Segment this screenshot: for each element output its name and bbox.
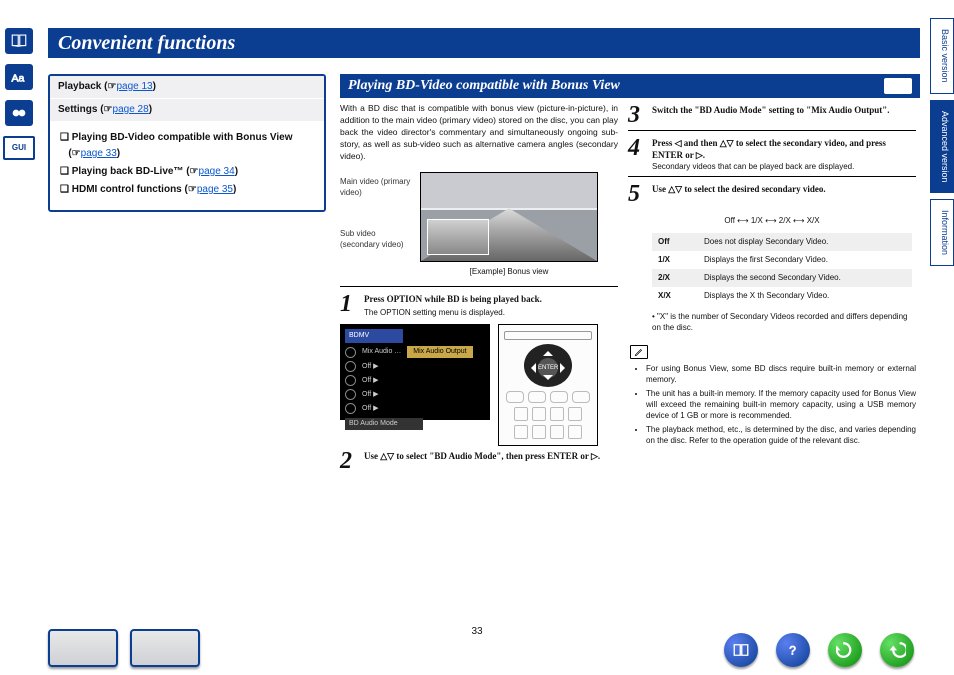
step-text: Press OPTION while BD is being played ba… xyxy=(364,294,542,304)
right-column: 3 Switch the "BD Audio Mode" setting to … xyxy=(628,98,916,449)
tab-basic[interactable]: Basic version xyxy=(930,18,954,94)
tv-screen: BDMV Mix Audio …Mix Audio Output Off ▶ O… xyxy=(340,324,490,420)
table-row: 1/XDisplays the first Secondary Video. xyxy=(652,251,912,269)
pencil-icon xyxy=(630,345,648,359)
nav-item-link[interactable]: page 34 xyxy=(199,166,235,177)
dpad-left-icon[interactable] xyxy=(526,363,536,373)
svg-text:?: ? xyxy=(789,644,796,658)
divider xyxy=(628,176,916,177)
step-4-note: Secondary videos that can be played back… xyxy=(652,161,916,172)
prev-icon[interactable] xyxy=(828,633,862,667)
footer: 33 ? xyxy=(0,619,954,675)
left-nav: Playback (☞page 13) Settings (☞page 28) … xyxy=(48,74,326,212)
device-rear-icon[interactable] xyxy=(130,629,200,667)
bonus-view-illustration: Main video (primary video) Sub video (se… xyxy=(340,172,618,278)
dpad-up-icon[interactable] xyxy=(543,346,553,356)
tab-information[interactable]: Information xyxy=(930,199,954,266)
table-row: X/XDisplays the X th Secondary Video. xyxy=(652,287,912,305)
help-icon[interactable]: ? xyxy=(776,633,810,667)
device-front-icon[interactable] xyxy=(48,629,118,667)
book-icon[interactable] xyxy=(724,633,758,667)
step-text: Switch the "BD Audio Mode" setting to "M… xyxy=(652,105,890,115)
step-5: 5 Use △▽ to select the desired secondary… xyxy=(628,183,916,205)
side-tabs: Basic version Advanced version Informati… xyxy=(930,18,954,266)
nav-row-label: Settings xyxy=(58,104,97,115)
step-1: 1 Press OPTION while BD is being played … xyxy=(340,293,618,318)
picture-caption: [Example] Bonus view xyxy=(420,266,598,278)
nav-item-link[interactable]: page 35 xyxy=(197,184,233,195)
step-number: 1 xyxy=(340,293,358,318)
sequence-diagram: Off ⟷ 1/X ⟷ 2/X ⟷ X/X xyxy=(628,215,916,227)
left-icon-rail: Aa GUI xyxy=(0,0,38,328)
step-3: 3 Switch the "BD Audio Mode" setting to … xyxy=(628,104,916,126)
text-size-icon[interactable]: Aa xyxy=(5,64,33,90)
step-number: 2 xyxy=(340,450,358,472)
step-4: 4 Press ◁ and then △▽ to select the seco… xyxy=(628,137,916,161)
step-text: Use △▽ to select the desired secondary v… xyxy=(652,184,826,194)
mask-icon[interactable] xyxy=(5,100,33,126)
remote-control: ENTER xyxy=(498,324,598,446)
step-number: 5 xyxy=(628,183,646,205)
device-buttons xyxy=(48,629,200,667)
nav-item: ❏ HDMI control functions (☞page 35) xyxy=(60,182,314,198)
step-text: Press ◁ and then △▽ to select the second… xyxy=(652,138,886,160)
step-note: The OPTION setting menu is displayed. xyxy=(364,307,618,318)
nav-row-settings: Settings (☞page 28) xyxy=(50,99,324,122)
list-item: For using Bonus View, some BD discs requ… xyxy=(646,363,916,385)
gui-icon[interactable]: GUI xyxy=(3,136,35,160)
nav-item: ❏ Playing back BD-Live™ (☞page 34) xyxy=(60,164,314,180)
nav-item-link[interactable]: page 33 xyxy=(81,148,117,159)
page-title: Convenient functions xyxy=(48,28,920,58)
intro-text: With a BD disc that is compatible with b… xyxy=(340,102,618,162)
page: Aa GUI Basic version Advanced version In… xyxy=(0,0,954,675)
table-row: OffDoes not display Secondary Video. xyxy=(652,233,912,251)
screen-header: BDMV xyxy=(345,329,403,343)
list-item: The playback method, etc., is determined… xyxy=(646,424,916,446)
footer-icons: ? xyxy=(724,633,914,667)
step-number: 3 xyxy=(628,104,646,126)
middle-column: With a BD disc that is compatible with b… xyxy=(340,74,618,472)
secondary-video-table: OffDoes not display Secondary Video. 1/X… xyxy=(652,233,912,305)
nav-row-link[interactable]: page 13 xyxy=(116,81,152,92)
screen-footer: BD Audio Mode xyxy=(345,418,423,430)
step-2: 2 Use △▽ to select "BD Audio Mode", then… xyxy=(340,450,618,472)
divider xyxy=(340,286,618,287)
nav-row-link[interactable]: page 28 xyxy=(113,104,149,115)
tab-advanced[interactable]: Advanced version xyxy=(930,100,954,194)
sub-video-label: Sub video (secondary video) xyxy=(340,228,414,250)
svg-text:Aa: Aa xyxy=(12,73,25,85)
step-number: 4 xyxy=(628,137,646,161)
page-number: 33 xyxy=(471,625,482,639)
list-item: The unit has a built-in memory. If the m… xyxy=(646,388,916,421)
divider xyxy=(628,130,916,131)
nav-box: Playback (☞page 13) Settings (☞page 28) … xyxy=(48,74,326,212)
next-icon[interactable] xyxy=(880,633,914,667)
nav-row-label: Playback xyxy=(58,81,101,92)
gui-and-remote: BDMV Mix Audio …Mix Audio Output Off ▶ O… xyxy=(340,324,618,446)
nav-row-playback: Playback (☞page 13) xyxy=(50,76,324,99)
step-text: Use △▽ to select "BD Audio Mode", then p… xyxy=(364,451,600,461)
notes-list: For using Bonus View, some BD discs requ… xyxy=(646,363,916,446)
table-footnote: • "X" is the number of Secondary Videos … xyxy=(652,311,916,333)
main-video-label: Main video (primary video) xyxy=(340,176,414,198)
nav-sublist: ❏ Playing BD-Video compatible with Bonus… xyxy=(50,122,324,210)
bd-icon xyxy=(884,78,912,94)
dpad[interactable]: ENTER xyxy=(524,344,572,387)
book-icon[interactable] xyxy=(5,28,33,54)
pip-overlay xyxy=(427,219,489,255)
remote-bar xyxy=(504,331,592,340)
nav-item: ❏ Playing BD-Video compatible with Bonus… xyxy=(60,130,314,162)
illus-labels: Main video (primary video) Sub video (se… xyxy=(340,172,414,278)
dpad-down-icon[interactable] xyxy=(543,375,553,385)
table-row: 2/XDisplays the second Secondary Video. xyxy=(652,269,912,287)
example-picture xyxy=(420,172,598,262)
dpad-right-icon[interactable] xyxy=(560,363,570,373)
